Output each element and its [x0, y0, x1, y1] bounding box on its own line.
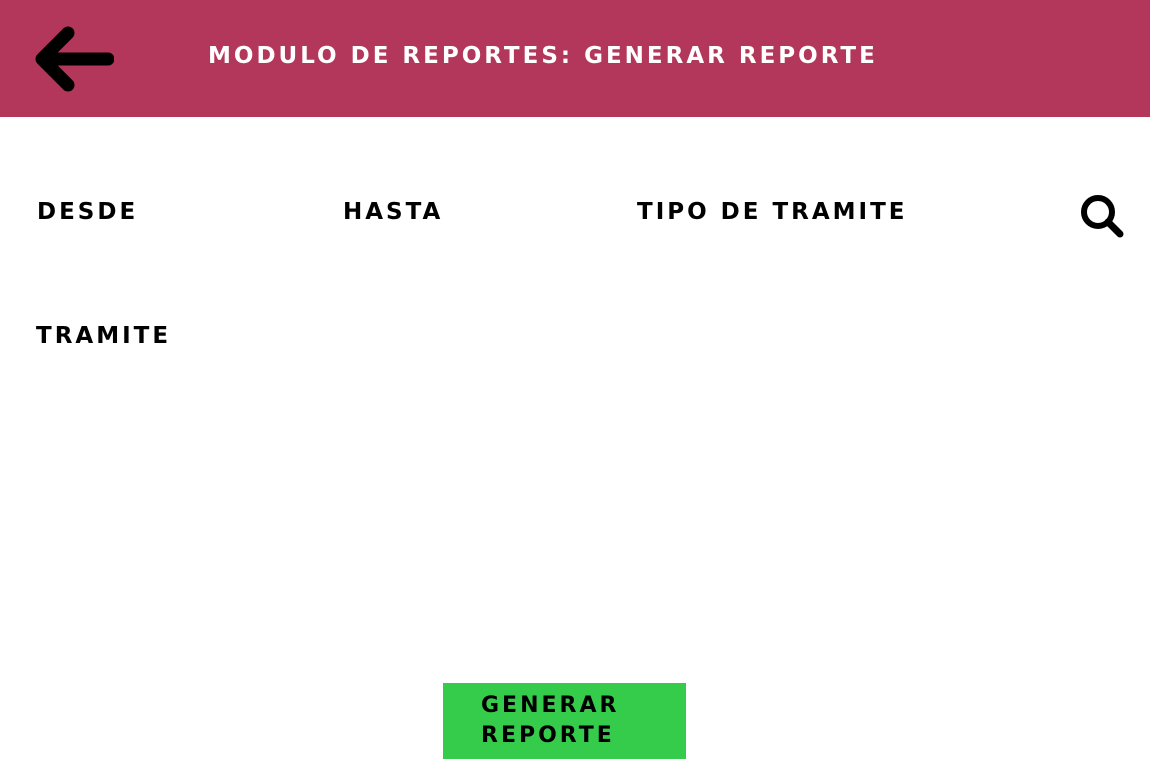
- arrow-left-icon: [35, 26, 114, 92]
- generate-report-button[interactable]: GENERAR REPORTE: [443, 683, 686, 759]
- search-icon: [1081, 195, 1124, 238]
- app-header: MODULO DE REPORTES: GENERAR REPORTE: [0, 0, 1150, 117]
- tipo-tramite-label: TIPO DE TRAMITE: [637, 199, 908, 225]
- hasta-label: HASTA: [343, 199, 444, 225]
- tramite-label: TRAMITE: [36, 323, 172, 349]
- search-button[interactable]: [1076, 190, 1128, 242]
- generate-report-label: GENERAR REPORTE: [481, 693, 620, 748]
- back-button[interactable]: [28, 20, 120, 98]
- page-title: MODULO DE REPORTES: GENERAR REPORTE: [208, 43, 878, 69]
- desde-label: DESDE: [37, 199, 139, 225]
